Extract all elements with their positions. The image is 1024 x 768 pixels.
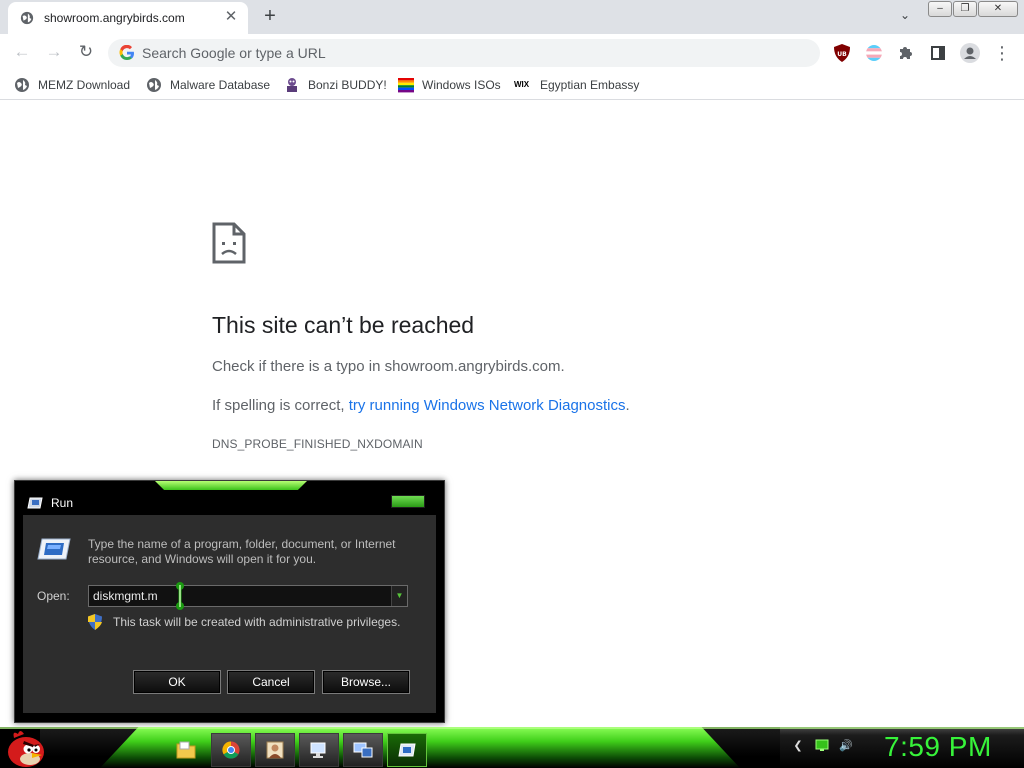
computer-icon (310, 742, 326, 758)
bookmark-malware-database[interactable]: Malware Database (146, 76, 270, 94)
bookmarks-bar: MEMZ Download Malware Database Bonzi BUD… (0, 70, 1024, 100)
taskbar-clock[interactable]: 7:59 PM (884, 731, 992, 763)
more-menu-icon[interactable]: ⋮ (990, 41, 1014, 65)
browser-tab[interactable]: showroom.angrybirds.com ✕ (8, 2, 248, 34)
cancel-button[interactable]: Cancel (227, 670, 315, 694)
ublock-label: UB (837, 51, 847, 58)
error-code: DNS_PROBE_FINISHED_NXDOMAIN (212, 437, 423, 451)
network-computer-icon (353, 742, 373, 758)
back-button[interactable]: ← (11, 41, 33, 63)
run-title: Run (51, 496, 74, 510)
tab-close-icon[interactable]: ✕ (222, 8, 240, 26)
forward-button[interactable]: → (43, 41, 65, 63)
globe-icon (15, 78, 29, 92)
bookmark-egyptian-embassy[interactable]: WIX Egyptian Embassy (514, 76, 639, 94)
bookmark-label: Egyptian Embassy (540, 78, 640, 92)
run-dropdown-button[interactable]: ▼ (391, 586, 407, 606)
tab-title: showroom.angrybirds.com (44, 11, 185, 25)
spelling-prefix: If spelling is correct, (212, 397, 349, 414)
ublock-shield-icon: UB (834, 44, 850, 62)
taskbar-item-explorer[interactable] (166, 733, 206, 767)
admin-privileges-note: This task will be created with administr… (113, 615, 401, 629)
taskbar-item-photo[interactable] (255, 733, 295, 767)
restore-button[interactable]: ❐ (953, 1, 977, 17)
taskbar-item-computer[interactable] (299, 733, 339, 767)
address-bar[interactable] (108, 39, 820, 67)
browse-button[interactable]: Browse... (322, 670, 410, 694)
typo-domain: showroom.angrybirds.com (384, 358, 561, 375)
bookmark-label: Windows ISOs (422, 78, 501, 92)
extension-flag-icon[interactable] (862, 41, 886, 65)
ublock-origin-icon[interactable]: UB (830, 41, 854, 65)
tab-search-button[interactable]: ⌄ (896, 8, 914, 26)
angry-bird-start-icon[interactable] (4, 728, 48, 768)
reload-button[interactable]: ↻ (75, 41, 97, 63)
text-cursor-icon (176, 582, 184, 610)
run-icon (27, 497, 43, 509)
bookmark-label: Malware Database (170, 78, 271, 92)
sad-page-icon (212, 222, 246, 264)
network-diagnostics-link[interactable]: try running Windows Network Diagnostics (349, 397, 626, 414)
error-diagnostics-hint: If spelling is correct, try running Wind… (212, 397, 630, 414)
uac-shield-icon (88, 614, 102, 630)
profile-avatar-icon[interactable] (958, 41, 982, 65)
minimize-button[interactable]: – (928, 1, 952, 17)
run-close-button[interactable] (391, 495, 425, 508)
expand-tray-icon[interactable]: ❮ (790, 737, 806, 753)
avatar-icon (960, 43, 980, 63)
new-tab-button[interactable]: + (258, 5, 282, 29)
bookmark-bonzi-buddy[interactable]: Bonzi BUDDY! (284, 76, 387, 94)
puzzle-icon (900, 47, 912, 59)
run-open-combobox[interactable]: ▼ (88, 582, 408, 610)
taskbar: ❮ 🔊 7:59 PM (0, 727, 1024, 768)
run-icon (398, 743, 416, 757)
bookmark-label: MEMZ Download (38, 78, 131, 92)
window-close-button[interactable]: ✕ (978, 1, 1018, 17)
tab-strip: showroom.angrybirds.com ✕ + ⌄ – ❐ ✕ (0, 0, 1024, 34)
bookmark-memz-download[interactable]: MEMZ Download (14, 76, 130, 94)
side-panel-glyph (931, 46, 945, 60)
run-dialog: Run Type the name of a program, folder, … (14, 480, 445, 723)
open-label: Open: (37, 589, 70, 603)
typo-prefix: Check if there is a typo in (212, 358, 385, 375)
puzzle-extensions-icon[interactable] (894, 41, 918, 65)
wix-icon: WIX (514, 80, 530, 89)
trans-flag-icon (866, 45, 882, 61)
error-typo-hint: Check if there is a typo in showroom.ang… (212, 358, 565, 375)
omnibox-input[interactable] (142, 43, 802, 63)
ok-button[interactable]: OK (133, 670, 221, 694)
taskbar-top-line (0, 727, 1024, 729)
taskbar-item-chrome[interactable] (211, 733, 251, 767)
spelling-suffix: . (625, 397, 630, 414)
run-program-icon (37, 538, 71, 560)
error-title: This site can’t be reached (212, 312, 475, 338)
chrome-icon (222, 741, 240, 759)
volume-icon[interactable]: 🔊 (838, 737, 854, 753)
google-g-icon (119, 45, 134, 61)
run-open-input[interactable] (93, 588, 383, 604)
taskbar-item-run[interactable] (387, 733, 427, 767)
green-monitor-icon (815, 739, 829, 751)
bookmark-windows-isos[interactable]: Windows ISOs (398, 76, 501, 94)
folder-icon (176, 741, 196, 759)
system-tray: ❮ 🔊 (790, 737, 862, 753)
portrait-icon (266, 741, 284, 759)
battery-icon[interactable] (814, 737, 830, 753)
globe-icon (147, 78, 161, 92)
rainbow-icon (398, 78, 414, 93)
run-titlebar[interactable]: Run (15, 491, 444, 515)
side-panel-icon[interactable] (926, 41, 950, 65)
globe-icon (20, 11, 34, 25)
bonzi-icon (287, 78, 297, 92)
typo-suffix: . (560, 358, 565, 375)
run-description: Type the name of a program, folder, docu… (88, 537, 396, 566)
taskbar-item-network[interactable] (343, 733, 383, 767)
dialog-glow-accent (155, 481, 307, 490)
bookmark-label: Bonzi BUDDY! (308, 78, 387, 92)
